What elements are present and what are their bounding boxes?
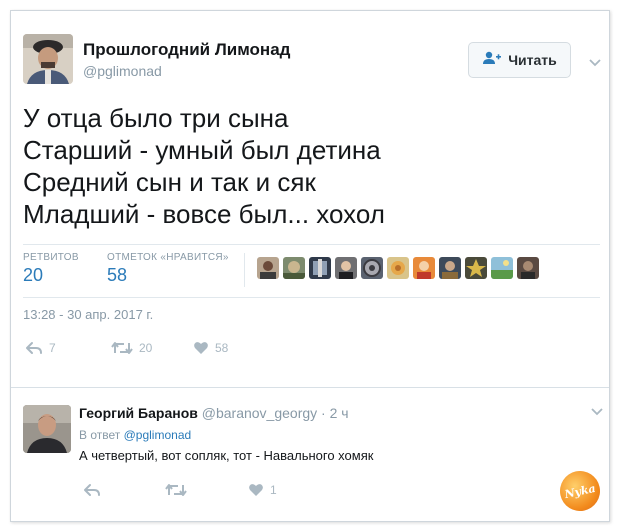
divider	[244, 253, 245, 287]
reply-button[interactable]: 7	[25, 341, 56, 355]
reply-count: 7	[49, 341, 56, 355]
liker-avatar[interactable]	[465, 257, 487, 279]
divider	[23, 244, 600, 245]
reply-author-name[interactable]: Георгий Баранов	[79, 405, 198, 421]
retweets-label[interactable]: РЕТВИТОВ	[23, 252, 79, 263]
likes-label[interactable]: ОТМЕТОК «НРАВИТСЯ»	[107, 252, 229, 263]
in-reply-to: В ответ @pglimonad	[79, 428, 191, 442]
divider	[23, 297, 600, 298]
liker-avatar[interactable]	[361, 257, 383, 279]
reply-like-button[interactable]: 1	[248, 483, 277, 497]
watermark-text: Nyka	[563, 481, 597, 501]
author-handle[interactable]: @pglimonad	[83, 63, 162, 79]
chevron-down-icon[interactable]	[588, 55, 602, 67]
retweet-button[interactable]: 20	[111, 341, 152, 355]
liker-avatar[interactable]	[309, 257, 331, 279]
heart-icon	[248, 483, 264, 497]
chevron-down-icon[interactable]	[590, 404, 604, 416]
liker-avatar[interactable]	[491, 257, 513, 279]
liker-avatars	[257, 257, 539, 279]
follow-button-label: Читать	[508, 52, 557, 68]
reply-like-count: 1	[270, 483, 277, 497]
tweet-text-line: Старший - умный был детина	[23, 135, 381, 165]
liker-avatar[interactable]	[439, 257, 461, 279]
tweet-text-line: Средний сын и так и сяк	[23, 167, 316, 197]
reply-time[interactable]: · 2 ч	[321, 405, 349, 421]
reply-reply-button[interactable]	[83, 483, 101, 497]
liker-avatar[interactable]	[387, 257, 409, 279]
tweet-text-line: У отца было три сына	[23, 103, 289, 133]
retweets-count[interactable]: 20	[23, 265, 43, 286]
reply-author-handle[interactable]: @baranov_georgy	[202, 405, 317, 421]
reply-icon	[83, 483, 101, 497]
follow-button[interactable]: Читать	[468, 42, 571, 78]
watermark-logo: Nyka	[556, 467, 604, 515]
add-user-icon	[482, 51, 502, 70]
reply-author-avatar[interactable]	[23, 405, 71, 453]
reply-retweet-button[interactable]	[165, 483, 187, 497]
tweet-timestamp[interactable]: 13:28 - 30 апр. 2017 г.	[23, 307, 153, 322]
author-avatar[interactable]	[23, 34, 73, 84]
heart-icon	[193, 341, 209, 355]
liker-avatar[interactable]	[517, 257, 539, 279]
in-reply-mention[interactable]: @pglimonad	[124, 428, 192, 442]
liker-avatar[interactable]	[413, 257, 435, 279]
in-reply-prefix: В ответ	[79, 428, 121, 442]
reply-author-line: Георгий Баранов @baranov_georgy · 2 ч	[79, 405, 349, 421]
reply-text: А четвертый, вот сопляк, тот - Навальног…	[79, 448, 374, 463]
liker-avatar[interactable]	[283, 257, 305, 279]
tweet-text-line: Младший - вовсе был... хохол	[23, 199, 385, 229]
divider	[11, 387, 609, 388]
tweet-card: Прошлогодний Лимонад @pglimonad Читать У…	[10, 10, 610, 522]
retweet-count: 20	[139, 341, 153, 355]
retweet-icon	[111, 341, 133, 355]
retweet-icon	[165, 483, 187, 497]
likes-count[interactable]: 58	[107, 265, 127, 286]
like-button[interactable]: 58	[193, 341, 228, 355]
reply-icon	[25, 341, 43, 355]
tweet-text: У отца было три сына Старший - умный был…	[23, 102, 593, 230]
liker-avatar[interactable]	[335, 257, 357, 279]
author-name[interactable]: Прошлогодний Лимонад	[83, 40, 290, 60]
liker-avatar[interactable]	[257, 257, 279, 279]
like-count: 58	[215, 341, 229, 355]
